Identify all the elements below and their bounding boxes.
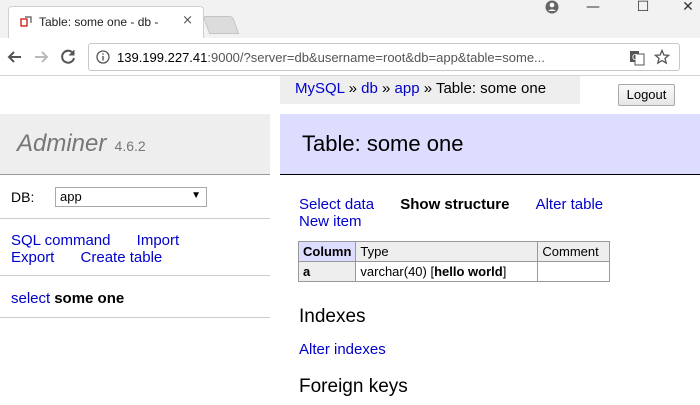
new-tab-button[interactable] <box>202 16 240 34</box>
reload-icon[interactable] <box>58 47 78 67</box>
column-type: varchar(40) [hello world] <box>355 261 539 282</box>
show-structure-link[interactable]: Show structure <box>400 196 509 213</box>
foreign-keys-heading: Foreign keys <box>299 376 408 397</box>
url-host: 139.199.227.41 <box>117 50 208 65</box>
comment-header: Comment <box>537 241 611 262</box>
export-link[interactable]: Export <box>11 249 54 266</box>
type-value: varchar(40) <box>360 264 427 279</box>
breadcrumb-current: Table: some one <box>435 80 547 97</box>
page-title: Table: some one <box>280 114 700 175</box>
url-rest: :9000/?server=db&username=root&db=app&ta… <box>207 50 545 65</box>
breadcrumb-separator: » <box>348 80 357 97</box>
breadcrumb-mysql[interactable]: MySQL <box>295 80 344 97</box>
default-close-bracket: ] <box>502 264 507 279</box>
default-value: hello world <box>434 264 503 279</box>
dropdown-arrow-icon: ▼ <box>191 190 201 201</box>
alter-indexes-link[interactable]: Alter indexes <box>299 341 386 358</box>
adminer-page: MySQL » db » app » Table: some one Logou… <box>0 76 700 405</box>
table-structure-link[interactable]: some one <box>54 290 124 307</box>
column-name: a <box>297 261 357 282</box>
db-select-value: app <box>60 189 82 204</box>
breadcrumb-separator: » <box>423 80 433 97</box>
browser-titlebar: Table: some one - db - × — ☐ ✕ <box>0 0 700 38</box>
db-select[interactable]: app ▼ <box>55 187 207 207</box>
sidebar-links: SQL command Import Export Create table <box>11 232 261 266</box>
select-table-link[interactable]: select <box>11 290 50 307</box>
table-actions: Select data Show structure Alter table N… <box>299 196 679 230</box>
indexes-heading: Indexes <box>299 306 366 327</box>
create-table-link[interactable]: Create table <box>81 249 163 266</box>
type-header: Type <box>355 241 539 262</box>
profile-icon[interactable] <box>545 0 559 14</box>
db-selector-row: DB: app ▼ <box>11 187 207 207</box>
info-icon[interactable] <box>96 50 110 64</box>
sql-command-link[interactable]: SQL command <box>11 232 111 249</box>
breadcrumb-separator: » <box>382 80 391 97</box>
url-text[interactable]: 139.199.227.41:9000/?server=db&username=… <box>117 50 617 65</box>
back-icon[interactable] <box>5 47 25 67</box>
sidebar-divider <box>0 218 270 219</box>
table-row: a varchar(40) [hello world] <box>297 261 611 282</box>
bookmark-star-icon[interactable] <box>654 49 670 65</box>
alter-table-link[interactable]: Alter table <box>536 196 604 213</box>
logout-button[interactable]: Logout <box>618 84 675 106</box>
column-comment <box>537 261 611 282</box>
import-link[interactable]: Import <box>137 232 180 249</box>
new-item-link[interactable]: New item <box>299 213 362 230</box>
main-content: Table: some one Select data Show structu… <box>280 114 700 405</box>
structure-table: Column Type Comment a varchar(40) [hello… <box>297 241 611 282</box>
address-bar[interactable]: 139.199.227.41:9000/?server=db&username=… <box>88 43 680 71</box>
breadcrumb: MySQL » db » app » Table: some one <box>280 76 580 104</box>
sidebar-divider <box>0 275 270 276</box>
window-close-icon[interactable]: ✕ <box>665 0 700 16</box>
browser-toolbar: 139.199.227.41:9000/?server=db&username=… <box>0 38 700 76</box>
column-header: Column <box>297 241 357 262</box>
sidebar-header: Adminer 4.6.2 <box>0 114 270 175</box>
browser-tab[interactable]: Table: some one - db - × <box>8 6 204 38</box>
svg-text:G: G <box>632 53 638 62</box>
tab-close-icon[interactable]: × <box>182 13 193 28</box>
app-version: 4.6.2 <box>114 138 146 154</box>
forward-icon[interactable] <box>31 47 51 67</box>
select-data-link[interactable]: Select data <box>299 196 374 213</box>
translate-icon[interactable]: G <box>629 50 645 66</box>
sidebar-divider <box>0 317 270 318</box>
minimize-icon[interactable]: — <box>570 0 616 16</box>
app-name-link[interactable]: Adminer <box>17 130 106 157</box>
breadcrumb-app[interactable]: app <box>395 80 420 97</box>
sidebar: Adminer 4.6.2 DB: app ▼ SQL command Impo… <box>0 114 270 405</box>
table-list: select some one <box>11 290 261 307</box>
tab-title: Table: some one - db - <box>39 15 159 29</box>
maximize-icon[interactable]: ☐ <box>620 0 666 16</box>
db-label: DB: <box>11 189 35 205</box>
breadcrumb-db[interactable]: db <box>361 80 378 97</box>
adminer-favicon-icon <box>20 16 32 27</box>
